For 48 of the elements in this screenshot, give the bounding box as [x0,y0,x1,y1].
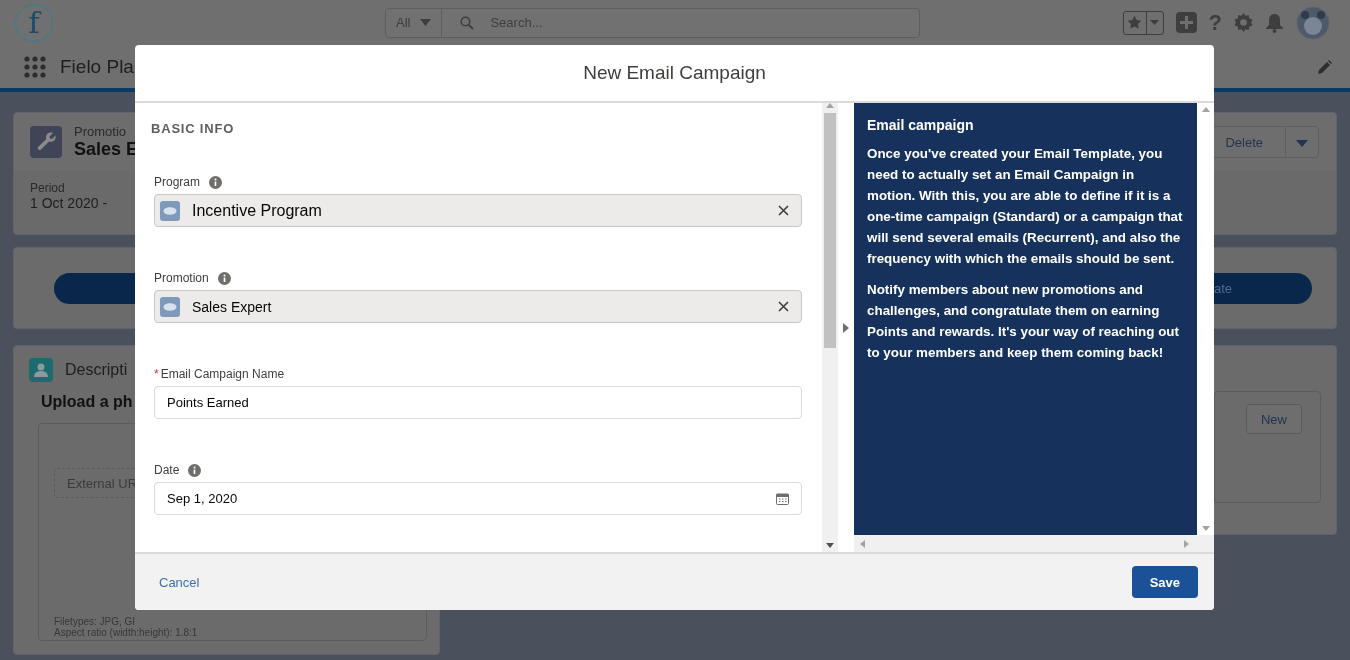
field-label: Program [154,175,200,189]
app-name: Fielo Pla [60,55,134,78]
favorites-button[interactable] [1122,10,1164,35]
save-button[interactable]: Save [1131,566,1198,598]
search-icon [460,15,475,30]
caret-icon [420,19,432,26]
avatar[interactable] [1296,5,1330,40]
field-value: 1 Oct 2020 - [30,195,108,211]
field-label: Promotion [154,271,209,285]
pencil-icon[interactable] [1318,59,1332,74]
scroll-left-icon[interactable] [860,539,865,548]
scrollbar[interactable] [854,535,1214,552]
caret-icon [1150,20,1160,25]
scroll-right-icon[interactable] [1184,539,1189,548]
new-button[interactable]: New [1246,404,1302,434]
settings-icon[interactable] [1234,13,1253,32]
wrench-icon [36,132,56,152]
date-field[interactable]: Sep 1, 2020 [154,482,802,515]
input-field[interactable]: Points Earned [154,386,802,419]
bell-icon[interactable] [1265,12,1284,33]
star-icon [1127,15,1143,30]
scroll-up-icon[interactable] [826,103,834,108]
help-paragraph: Once you've created your Email Template, you need to actually set an Email Campaign in motion. With this, you are able to define if it is a one-time campaign (Standard) or a campaign that will send several emails (Recurrent), and also the frequency with which the emails should be sent. [867,145,1184,268]
cloud-icon [163,302,177,311]
app-launcher-icon[interactable] [24,55,46,78]
cloud-icon [163,206,177,215]
lookup-field[interactable]: Incentive Program [154,194,802,227]
help-paragraph: Notify members about new promotions and challenges, and congratulate them on earning Points and rewards. It's your way of reaching out to your members and keep them coming back! [867,281,1180,362]
modal-title: New Email Campaign [583,62,766,84]
field-label: Period [30,181,65,195]
lookup-field[interactable]: Sales Expert [154,290,802,323]
calendar-icon[interactable] [776,492,789,505]
person-icon [33,362,49,378]
card-title: Descripti [65,361,128,379]
object-label: Promotio [74,124,128,139]
scroll-down-icon[interactable] [826,543,834,548]
field-label: Date [154,463,180,477]
expand-arrow-icon[interactable] [843,322,849,333]
section-heading: BASIC INFO [151,121,236,136]
field-label: * Email Campaign Name [154,367,285,381]
cancel-link[interactable]: Cancel [159,574,200,590]
caret-icon [1296,139,1308,147]
help-title: Email campaign [867,117,975,133]
clear-icon[interactable] [778,301,789,312]
scrollbar[interactable] [822,103,838,552]
upload-heading: Upload a ph [41,393,133,411]
clear-icon[interactable] [778,205,789,216]
add-icon[interactable] [1175,12,1197,33]
